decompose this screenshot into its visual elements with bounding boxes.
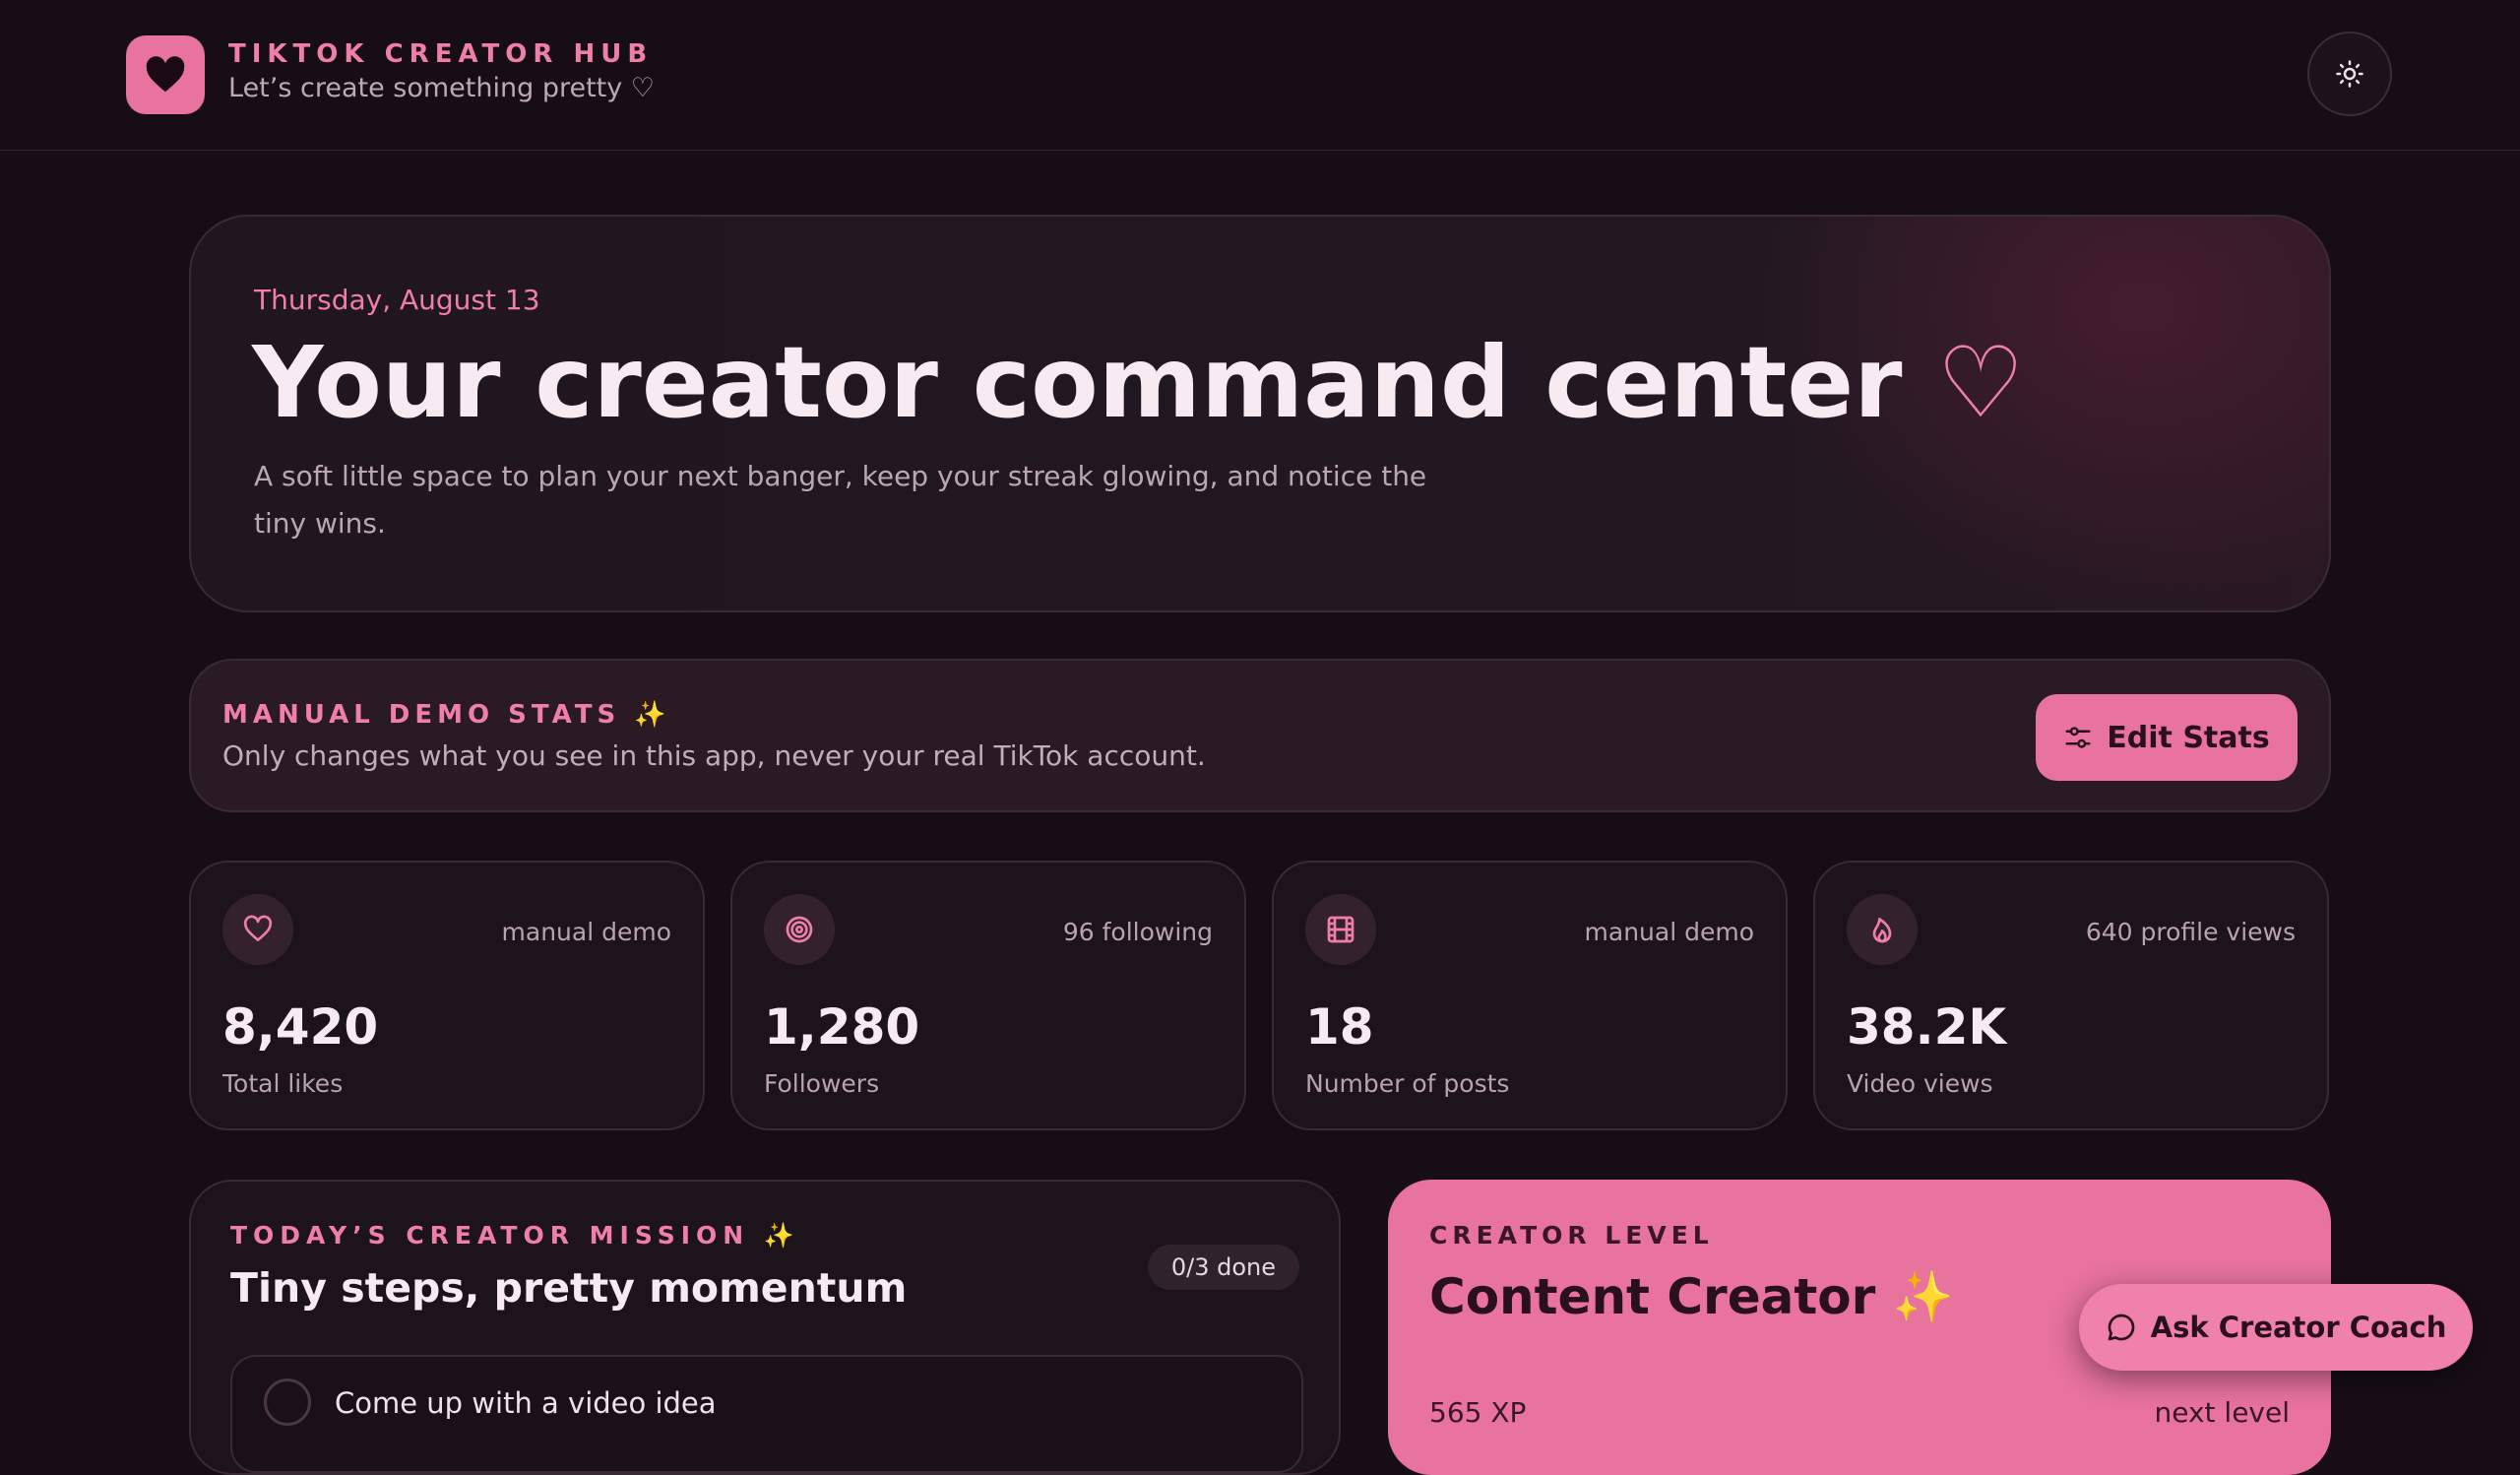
chat-bubble-icon bbox=[2108, 1314, 2134, 1341]
stat-card-followers: 96 following 1,280 Followers bbox=[730, 861, 1246, 1130]
mission-task-item[interactable]: Come up with a video idea bbox=[230, 1355, 1303, 1473]
stat-meta: 96 following bbox=[1062, 918, 1213, 946]
sliders-icon bbox=[2065, 727, 2091, 748]
mission-kicker: TODAY’S CREATOR MISSION ✨ bbox=[230, 1221, 801, 1250]
hero-card: Thursday, August 13 Your creator command… bbox=[189, 215, 2331, 612]
stat-label: Number of posts bbox=[1305, 1069, 1510, 1098]
stat-meta: manual demo bbox=[1584, 918, 1754, 946]
stat-card-posts: manual demo 18 Number of posts bbox=[1272, 861, 1788, 1130]
stat-icon-wrap bbox=[1847, 894, 1918, 965]
level-title: Content Creator ✨ bbox=[1429, 1268, 1954, 1325]
stat-label: Video views bbox=[1847, 1069, 1993, 1098]
level-next-label: next level bbox=[2154, 1396, 2290, 1429]
flame-icon bbox=[1872, 918, 1892, 943]
app-subtitle: Let’s create something pretty ♡ bbox=[228, 73, 656, 103]
target-icon bbox=[786, 916, 813, 943]
app-title: TIKTOK CREATOR HUB bbox=[228, 39, 654, 69]
manual-stats-description: Only changes what you see in this app, n… bbox=[222, 739, 1206, 772]
mission-title: Tiny steps, pretty momentum bbox=[230, 1264, 908, 1312]
heart-icon bbox=[243, 915, 273, 941]
hero-title: Your creator command center ♡ bbox=[252, 325, 2025, 440]
level-kicker: CREATOR LEVEL bbox=[1429, 1221, 1714, 1250]
film-icon bbox=[1327, 916, 1354, 943]
stat-value: 38.2K bbox=[1847, 998, 2007, 1056]
task-checkbox[interactable] bbox=[264, 1379, 311, 1426]
hero-title-heart: ♡ bbox=[1936, 325, 2025, 440]
theme-toggle-button[interactable] bbox=[2307, 32, 2392, 116]
stat-value: 8,420 bbox=[222, 998, 379, 1056]
hero-title-text: Your creator command center bbox=[252, 325, 1903, 440]
stat-icon-wrap bbox=[222, 894, 293, 965]
edit-stats-button[interactable]: Edit Stats bbox=[2036, 694, 2298, 781]
stat-icon-wrap bbox=[1305, 894, 1376, 965]
edit-stats-label: Edit Stats bbox=[2107, 720, 2270, 755]
hero-date: Thursday, August 13 bbox=[254, 284, 540, 316]
stat-value: 1,280 bbox=[764, 998, 920, 1056]
mission-card: TODAY’S CREATOR MISSION ✨ Tiny steps, pr… bbox=[189, 1180, 1341, 1475]
stat-meta: 640 profile views bbox=[2085, 918, 2296, 946]
level-xp: 565 XP bbox=[1429, 1396, 1527, 1429]
sun-icon bbox=[2336, 60, 2363, 88]
ask-creator-coach-button[interactable]: Ask Creator Coach bbox=[2079, 1284, 2473, 1371]
ask-creator-coach-label: Ask Creator Coach bbox=[2150, 1311, 2447, 1344]
manual-stats-card: MANUAL DEMO STATS ✨ Only changes what yo… bbox=[189, 659, 2331, 812]
stat-card-total-likes: manual demo 8,420 Total likes bbox=[189, 861, 705, 1130]
top-bar: TIKTOK CREATOR HUB Let’s create somethin… bbox=[0, 0, 2520, 151]
stat-label: Followers bbox=[764, 1069, 880, 1098]
manual-stats-title: MANUAL DEMO STATS ✨ bbox=[222, 700, 671, 730]
stat-value: 18 bbox=[1305, 998, 1374, 1056]
app-logo bbox=[126, 35, 205, 114]
stat-card-video-views: 640 profile views 38.2K Video views bbox=[1813, 861, 2329, 1130]
heart-icon bbox=[146, 56, 185, 93]
stat-meta: manual demo bbox=[501, 918, 671, 946]
stat-label: Total likes bbox=[222, 1069, 344, 1098]
mission-progress-badge: 0/3 done bbox=[1147, 1245, 1299, 1290]
stat-icon-wrap bbox=[764, 894, 835, 965]
hero-description: A soft little space to plan your next ba… bbox=[254, 460, 1427, 540]
task-label: Come up with a video idea bbox=[335, 1386, 717, 1420]
